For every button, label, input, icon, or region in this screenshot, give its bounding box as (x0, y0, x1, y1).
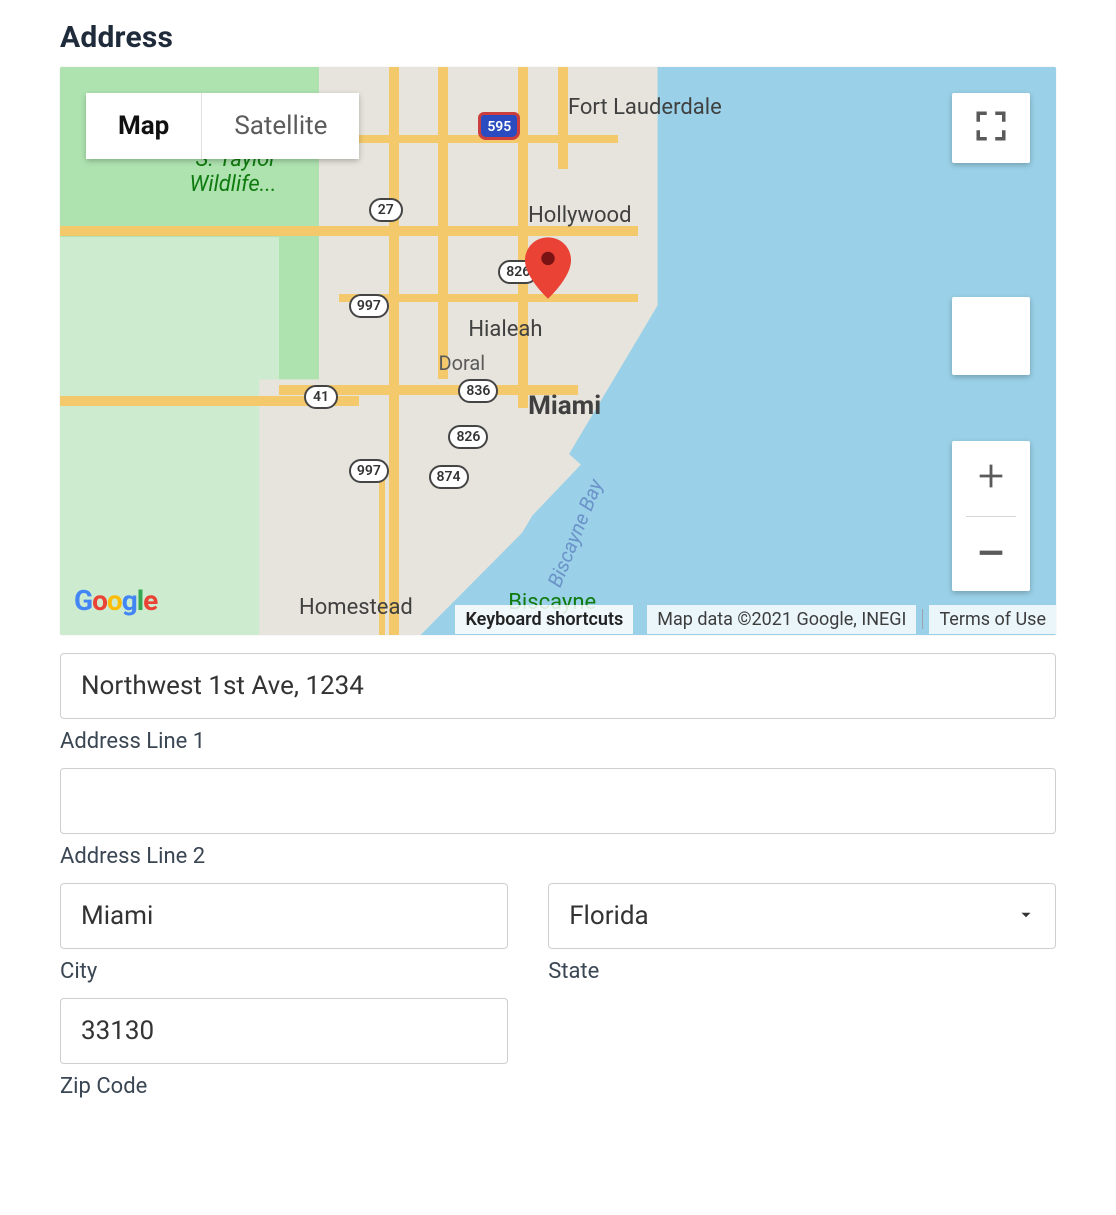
section-title: Address (60, 20, 1056, 55)
shield-us27: 27 (369, 198, 403, 222)
shield-sr826: 826 (448, 425, 488, 449)
state-value: Florida (569, 901, 648, 931)
fullscreen-icon (974, 109, 1008, 147)
divider (922, 609, 923, 629)
zip-input[interactable] (60, 998, 508, 1064)
state-select[interactable]: Florida (548, 883, 1056, 949)
zoom-out-button[interactable] (952, 517, 1030, 592)
map-road (389, 67, 399, 635)
address-form: Address Line 1 Address Line 2 City Flori… (60, 653, 1056, 1113)
fullscreen-button[interactable] (952, 93, 1030, 163)
place-label-doral: Doral (438, 351, 485, 375)
zoom-in-button[interactable] (952, 441, 1030, 516)
shield-sr997: 997 (349, 294, 389, 318)
map-marker-icon (525, 236, 571, 300)
map-type-satellite-button[interactable]: Satellite (202, 93, 359, 159)
map-attribution: Map data ©2021 Google, INEGI (647, 605, 916, 634)
city-label: City (60, 959, 508, 984)
place-label-hialeah: Hialeah (468, 317, 542, 342)
zip-label: Zip Code (60, 1074, 508, 1099)
map-type-toggle: Map Satellite (86, 93, 359, 159)
chevron-down-icon (1017, 901, 1035, 931)
plus-icon (974, 459, 1008, 497)
terms-link[interactable]: Terms of Use (929, 605, 1056, 634)
shield-sr997: 997 (349, 459, 389, 483)
map-land (60, 237, 279, 635)
shield-sr836: 836 (458, 379, 498, 403)
address-line-2-input[interactable] (60, 768, 1056, 834)
place-label-hollywood: Hollywood (528, 203, 631, 228)
map-road (558, 67, 568, 169)
address-line-1-input[interactable] (60, 653, 1056, 719)
zoom-control (952, 441, 1030, 591)
pegman-button[interactable] (952, 297, 1030, 375)
state-label: State (548, 959, 1056, 984)
map-type-map-button[interactable]: Map (86, 93, 201, 159)
keyboard-shortcuts-button[interactable]: Keyboard shortcuts (455, 605, 633, 634)
map-footer: Keyboard shortcuts Map data ©2021 Google… (60, 603, 1056, 635)
place-label-fort-lauderdale: Fort Lauderdale (568, 95, 722, 120)
city-input[interactable] (60, 883, 508, 949)
address-line-1-label: Address Line 1 (60, 729, 1056, 754)
map-road (438, 67, 448, 379)
shield-us41: 41 (304, 385, 338, 409)
shield-i595: 595 (478, 112, 520, 140)
map[interactable]: Fort Lauderdale Hollywood Hialeah Doral … (60, 67, 1056, 635)
shield-sr874: 874 (429, 465, 469, 489)
place-label-miami: Miami (528, 391, 601, 421)
minus-icon (974, 535, 1008, 573)
address-line-2-label: Address Line 2 (60, 844, 1056, 869)
